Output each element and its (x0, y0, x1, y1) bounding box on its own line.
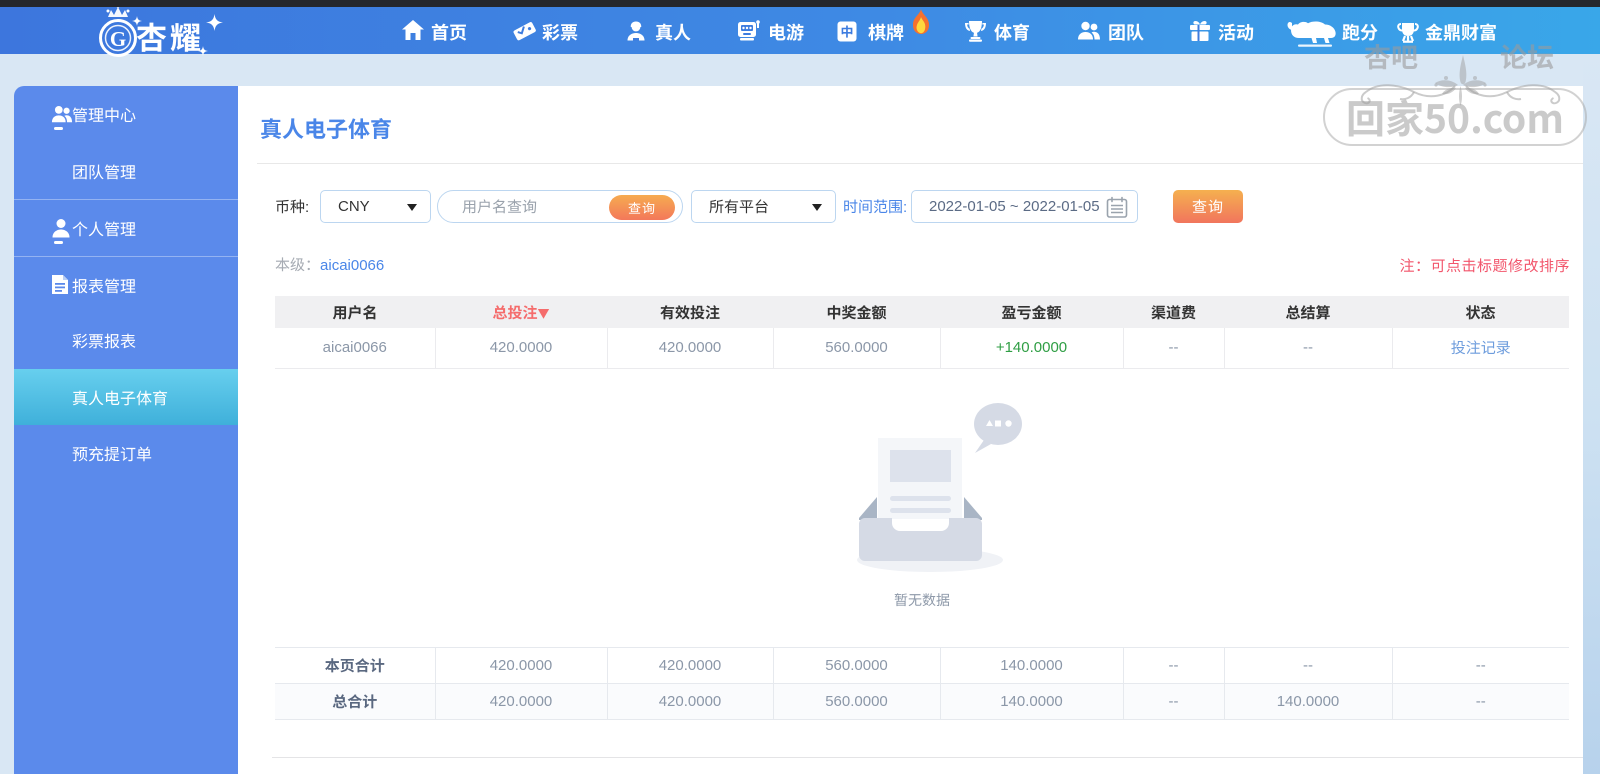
svg-text:中: 中 (840, 22, 853, 41)
